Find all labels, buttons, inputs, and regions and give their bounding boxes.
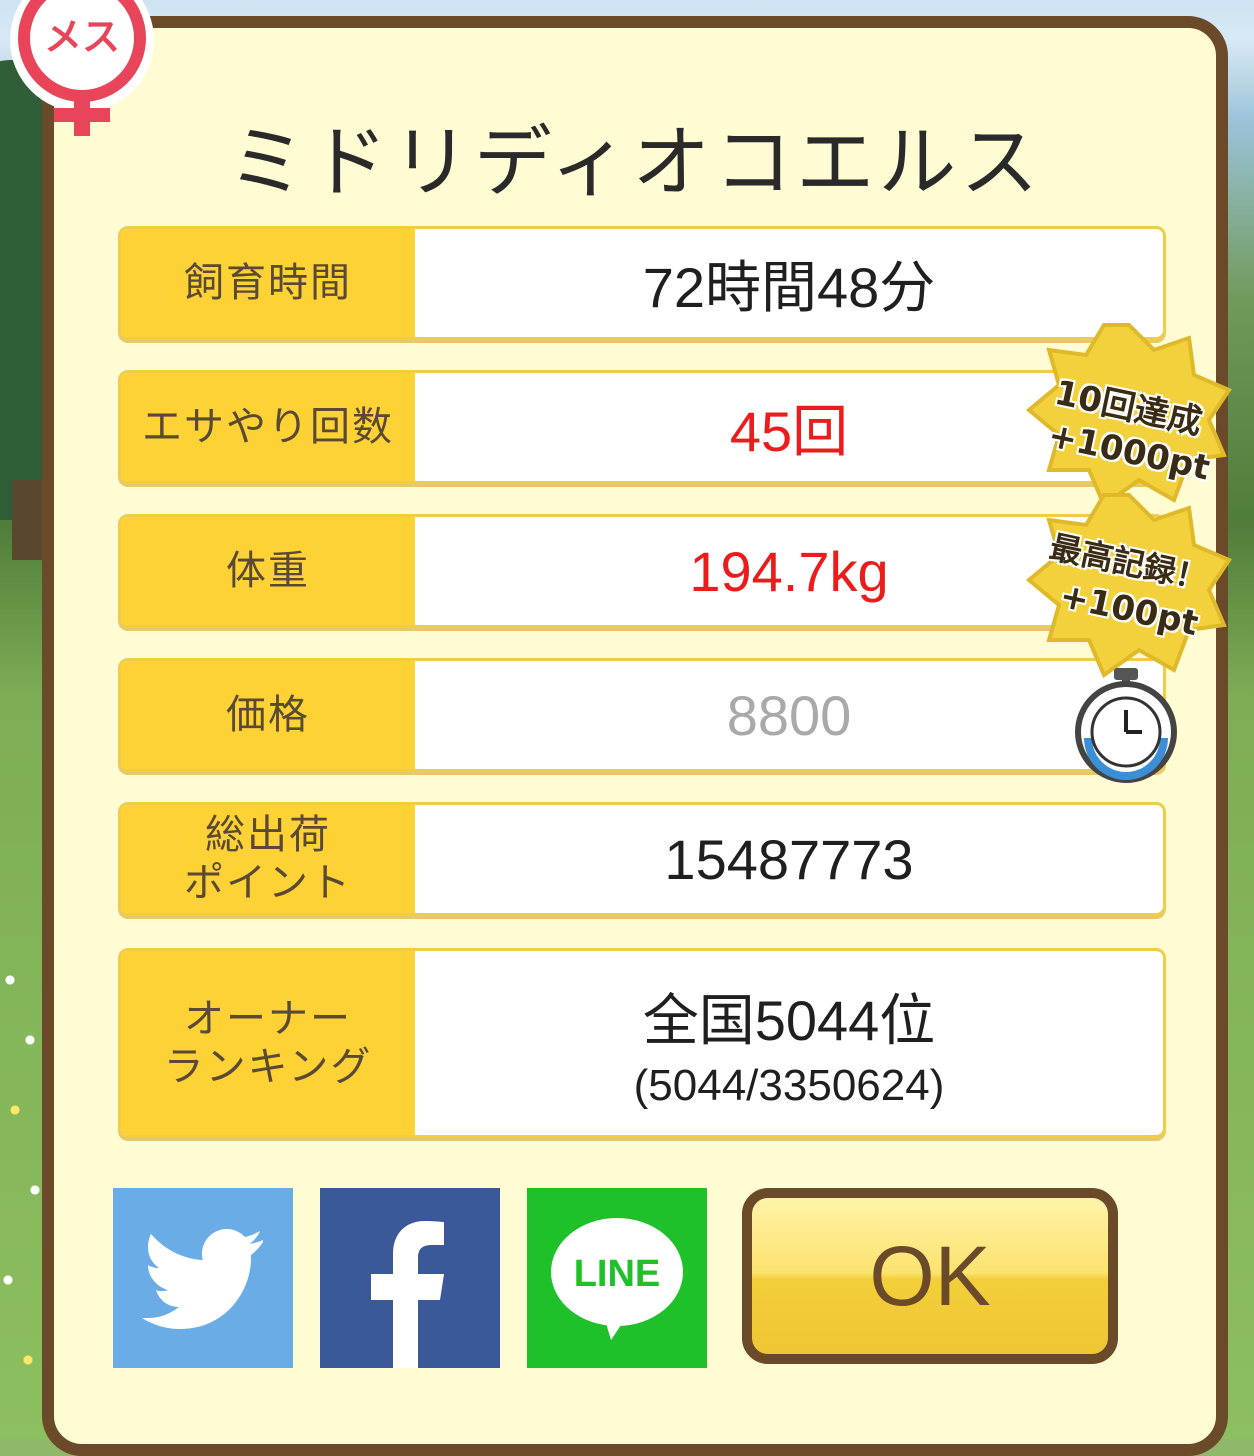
twitter-share-button[interactable] bbox=[113, 1188, 293, 1368]
twitter-bird-icon bbox=[142, 1229, 263, 1329]
total-shipping-points-value: 15487773 bbox=[664, 827, 914, 891]
info-row-total-shipping-points: 総出荷 ポイント 15487773 bbox=[118, 802, 1166, 916]
achievement-badge-feed: 10回達成 +1000pt bbox=[1024, 320, 1234, 510]
line-share-button[interactable]: LINE bbox=[527, 1188, 707, 1368]
weight-label: 体重 bbox=[121, 517, 415, 625]
line-label: LINE bbox=[574, 1253, 661, 1295]
info-row-breeding-time: 飼育時間 72時間48分 bbox=[118, 226, 1166, 340]
total-shipping-points-label: 総出荷 ポイント bbox=[121, 805, 415, 913]
owner-ranking-value: 全国5044位 (5044/3350624) bbox=[415, 951, 1163, 1135]
achievement-badge-record: 最高記録！ +100pt bbox=[1024, 490, 1234, 680]
facebook-f-icon bbox=[371, 1221, 444, 1368]
gender-label: メス bbox=[44, 15, 120, 59]
female-symbol-icon: メス bbox=[10, 0, 154, 136]
info-row-owner-ranking: オーナー ランキング 全国5044位 (5044/3350624) bbox=[118, 948, 1166, 1138]
line-bubble-icon: LINE bbox=[551, 1218, 683, 1340]
creature-name-title: ミドリディオコエルス bbox=[227, 118, 1043, 208]
owner-ranking-label: オーナー ランキング bbox=[121, 951, 415, 1135]
feed-count-label: エサやり回数 bbox=[121, 373, 415, 481]
owner-ranking-detail: (5044/3350624) bbox=[633, 1060, 945, 1110]
info-row-price: 価格 8800 bbox=[118, 658, 1166, 772]
owner-ranking-rank: 全国5044位 bbox=[642, 988, 936, 1052]
facebook-share-button[interactable] bbox=[320, 1188, 500, 1368]
info-row-feed-count: エサやり回数 45回 bbox=[118, 370, 1166, 484]
ok-button[interactable]: OK bbox=[742, 1188, 1118, 1364]
price-label: 価格 bbox=[121, 661, 415, 769]
info-row-weight: 体重 194.7kg bbox=[118, 514, 1166, 628]
background-tree-trunk bbox=[12, 480, 42, 560]
breeding-time-label: 飼育時間 bbox=[121, 229, 415, 337]
stopwatch-icon bbox=[1075, 668, 1177, 783]
